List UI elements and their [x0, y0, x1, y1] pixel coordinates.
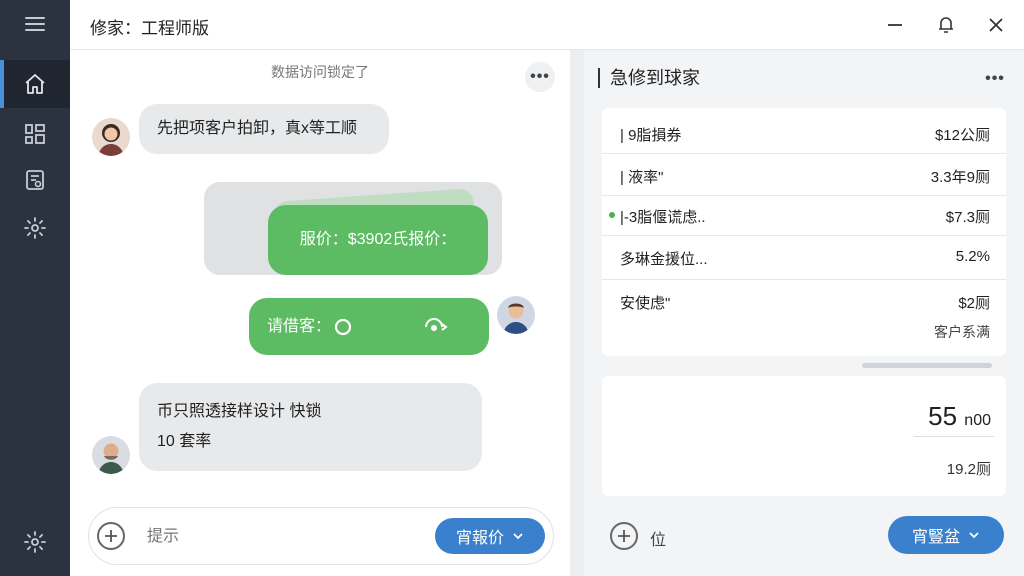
gear-icon: [24, 217, 46, 239]
panel-action-button[interactable]: 宵豎盆: [888, 516, 1004, 554]
detail-row-label: 多琳金援位...: [620, 251, 708, 268]
chevron-down-icon: [969, 532, 979, 539]
avatar[interactable]: [92, 436, 130, 474]
bell-icon: [939, 17, 953, 33]
title-bar: 修家：工程师版: [70, 0, 1024, 50]
detail-row[interactable]: | 液率" 3.3年9厕: [602, 154, 1006, 196]
message-text: 服价：$3902氏报价：: [299, 231, 457, 248]
minimize-icon: [888, 24, 902, 26]
message-text: 先把项客户拍卸，真x等工顺: [157, 120, 358, 137]
send-quote-label: 宵報价: [455, 530, 504, 547]
detail-row-value: 3.3年9厕: [930, 169, 990, 186]
detail-pane: 急修到球家 ••• | 9脂損券 $12公厕 | 液率" 3.3年9厕 |-3脂…: [584, 50, 1024, 576]
menu-button[interactable]: [0, 0, 70, 48]
customer-avatar-icon: [92, 436, 130, 474]
summary-small-value: 19.2厕: [946, 461, 991, 478]
detail-row[interactable]: 多琳金援位... 5.2%: [602, 236, 1006, 280]
horizontal-scrollbar[interactable]: [862, 363, 992, 368]
message-bubble[interactable]: 先把项客户拍卸，真x等工顺: [139, 104, 389, 154]
summary-unit: n00: [964, 412, 991, 429]
detail-row-label: 安使虑": [620, 295, 671, 312]
sidebar-item-settings[interactable]: [0, 204, 70, 252]
attach-button[interactable]: [97, 522, 125, 550]
minimize-button[interactable]: [883, 13, 907, 37]
detail-row-value: 5.2%: [955, 248, 990, 265]
summary-value: 55: [928, 401, 958, 431]
message-composer: 宵報价: [88, 507, 554, 565]
report-icon: [26, 170, 44, 190]
chat-header: 数据访问锁定了: [271, 64, 369, 80]
detail-row[interactable]: |-3脂偃谎虑.. $7.3厕: [602, 194, 1006, 236]
message-text-line: 10 套率: [157, 433, 212, 450]
customer-avatar-icon: [92, 118, 130, 156]
panel-input-label[interactable]: 位: [650, 526, 666, 550]
message-text: 请借客：: [267, 317, 332, 335]
detail-row-value: $12公厕: [934, 127, 990, 144]
sidebar: [0, 0, 70, 576]
send-quote-button[interactable]: 宵報价: [435, 518, 545, 554]
close-button[interactable]: [984, 13, 1008, 37]
voice-icon: [425, 317, 448, 331]
message-bubble[interactable]: 币只照透接样设计 快锁 10 套率: [139, 383, 482, 471]
customer-note: 客户系满: [934, 324, 990, 340]
sidebar-item-home[interactable]: [0, 60, 70, 108]
detail-row[interactable]: | 9脂損券 $12公厕: [602, 112, 1006, 154]
message-input[interactable]: [147, 526, 347, 548]
avatar[interactable]: [497, 296, 535, 334]
message-bubble[interactable]: 请借客：: [249, 298, 489, 355]
status-circle-icon: [334, 318, 352, 335]
chat-pane: 数据访问锁定了 ••• 先把项客户拍卸，真x等工顺 服价：$3902氏报价： 请…: [70, 50, 581, 576]
summary-big-value: 55 n00: [928, 401, 991, 432]
detail-card: | 9脂損券 $12公厕 | 液率" 3.3年9厕 |-3脂偃谎虑.. $7.3…: [602, 108, 1006, 356]
chat-more-button[interactable]: •••: [525, 62, 555, 92]
detail-row-value: $7.3厕: [945, 209, 990, 226]
detail-row[interactable]: 安使虑" $2厕: [602, 280, 1006, 322]
detail-row-label: |-3脂偃谎虑..: [620, 209, 706, 226]
home-icon: [25, 74, 45, 94]
sidebar-item-report[interactable]: [0, 156, 70, 204]
message-bubble[interactable]: 服价：$3902氏报价：: [268, 205, 488, 275]
message-text-line: 币只照透接样设计 快锁: [157, 403, 322, 420]
summary-divider: [914, 436, 994, 437]
panel-more-button[interactable]: •••: [980, 64, 1010, 94]
sidebar-item-grid[interactable]: [0, 110, 70, 158]
menu-icon: [25, 17, 45, 31]
detail-row-label: | 9脂損券: [620, 127, 682, 144]
notification-button[interactable]: [934, 13, 958, 37]
detail-row-value: $2厕: [958, 295, 990, 312]
status-dot: [609, 212, 615, 218]
panel-action-label: 宵豎盆: [911, 529, 960, 546]
plus-icon: [105, 530, 117, 542]
add-button[interactable]: [610, 522, 638, 550]
grid-icon: [25, 124, 45, 144]
avatar[interactable]: [92, 118, 130, 156]
chevron-down-icon: [513, 533, 523, 540]
gear-icon: [24, 531, 46, 553]
panel-title: 急修到球家: [598, 68, 700, 88]
pane-divider[interactable]: [570, 50, 584, 576]
app-title: 修家：工程师版: [90, 19, 209, 38]
plus-icon: [618, 530, 630, 542]
detail-row-label: | 液率": [620, 169, 664, 186]
sidebar-footer-settings[interactable]: [0, 518, 70, 566]
engineer-avatar-icon: [497, 296, 535, 334]
close-icon: [989, 18, 1003, 32]
